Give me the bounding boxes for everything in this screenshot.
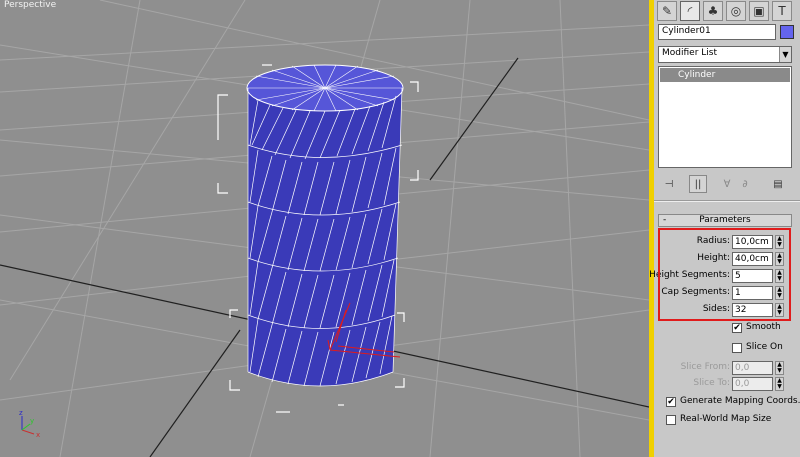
create-icon[interactable]: ✎: [657, 1, 677, 21]
collapse-icon[interactable]: -: [663, 215, 666, 226]
divider: [654, 200, 800, 202]
slice-to-row: Slice To: 0,0 ▲ ▼: [654, 377, 800, 392]
hierarchy-icon[interactable]: ♣: [703, 1, 723, 21]
real-world-map-checkbox[interactable]: [666, 415, 676, 425]
chevron-down-icon[interactable]: ▼: [779, 47, 791, 62]
motion-icon[interactable]: ◎: [726, 1, 746, 21]
axis-tripod: z x y: [19, 409, 40, 439]
highlight-box: [658, 228, 791, 321]
svg-text:y: y: [30, 417, 34, 425]
generate-mapping-label: Generate Mapping Coords.: [680, 396, 800, 406]
modify-icon[interactable]: ◜: [680, 1, 700, 21]
configure-modifier-sets-icon[interactable]: ▤: [769, 175, 787, 193]
object-name-field[interactable]: Cylinder01: [658, 24, 776, 40]
slice-from-spinner[interactable]: ▲ ▼: [775, 361, 784, 375]
modifier-list-dropdown[interactable]: Modifier List ▼: [658, 46, 792, 63]
cylinder-mesh[interactable]: [246, 64, 404, 387]
viewport-canvas: z x y: [0, 0, 649, 457]
slice-from-label: Slice From:: [680, 362, 730, 372]
svg-text:z: z: [19, 409, 23, 417]
slice-to-spinner[interactable]: ▲ ▼: [775, 377, 784, 391]
real-world-map-label: Real-World Map Size: [680, 414, 772, 424]
rollout-title: Parameters: [699, 215, 751, 225]
slice-to-field[interactable]: 0,0: [732, 377, 773, 391]
smooth-label: Smooth: [746, 322, 781, 332]
generate-mapping-checkbox[interactable]: ✔: [666, 397, 676, 407]
svg-text:x: x: [36, 431, 40, 439]
modifier-stack[interactable]: Cylinder: [658, 66, 792, 168]
slice-on-checkbox[interactable]: [732, 343, 742, 353]
slice-on-label: Slice On: [746, 342, 783, 352]
make-unique-icon[interactable]: ∀: [718, 175, 736, 193]
parameters-rollout-header[interactable]: - Parameters: [658, 214, 792, 227]
display-icon[interactable]: ▣: [749, 1, 769, 21]
viewport-label[interactable]: Perspective: [4, 0, 56, 10]
object-color-swatch[interactable]: [780, 25, 794, 39]
slice-to-label: Slice To:: [693, 378, 730, 388]
modifier-list-label: Modifier List: [662, 48, 717, 58]
stack-item-cylinder[interactable]: Cylinder: [660, 68, 790, 82]
pin-stack-icon[interactable]: ⊣: [660, 175, 678, 193]
slice-from-row: Slice From: 0,0 ▲ ▼: [654, 361, 800, 376]
stack-buttons: ⊣ || ∀ ∂ ▤: [658, 175, 792, 193]
utilities-icon[interactable]: T: [772, 1, 792, 21]
command-panel-tabs: ✎ ◜ ♣ ◎ ▣ T: [654, 0, 800, 22]
slice-from-field[interactable]: 0,0: [732, 361, 773, 375]
remove-modifier-icon[interactable]: ∂: [736, 175, 754, 193]
smooth-checkbox[interactable]: ✔: [732, 323, 742, 333]
perspective-viewport[interactable]: z x y Perspective: [0, 0, 649, 457]
show-end-result-icon[interactable]: ||: [689, 175, 707, 193]
